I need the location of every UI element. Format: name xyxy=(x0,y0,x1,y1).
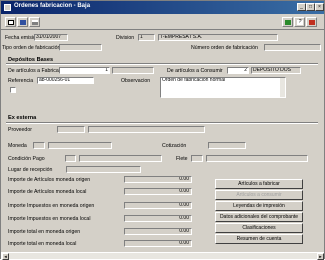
condicion-pago-code-field[interactable] xyxy=(65,155,76,162)
observacion-scrollbar[interactable] xyxy=(279,78,285,97)
toolbar: ? xyxy=(1,15,324,30)
exit-icon[interactable] xyxy=(306,17,317,27)
depositos-divider xyxy=(6,63,318,65)
importe-label: Importe de Artículos moneda local xyxy=(8,189,87,195)
horizontal-scrollbar[interactable]: ◄ ► xyxy=(1,252,324,260)
importe-value: 0.00 xyxy=(124,215,192,222)
flete-label: Flete xyxy=(176,156,188,162)
resumen-button[interactable]: Resumen de cuenta xyxy=(215,234,303,244)
articulos-consumir-field[interactable]: 2 xyxy=(227,67,249,74)
print-icon[interactable] xyxy=(29,17,40,27)
help-icon[interactable]: ? xyxy=(294,17,305,27)
refresh-icon[interactable] xyxy=(282,17,293,27)
leyendas-button[interactable]: Leyendas de impresión xyxy=(215,201,303,211)
articulos-fabricar-button[interactable]: Artículos a fabricar xyxy=(215,179,303,189)
proveedor-label: Proveedor xyxy=(8,127,32,133)
articulos-consumir-label: De artículos a Consumir xyxy=(167,68,223,74)
tipo-orden-label: Tipo orden de fabricación xyxy=(2,45,61,51)
new-icon[interactable] xyxy=(5,17,16,27)
cotizacion-label: Cotización xyxy=(162,143,187,149)
articulos-fabricar-name xyxy=(112,67,154,74)
moneda-name-field xyxy=(48,142,112,149)
condicion-pago-name-field xyxy=(79,155,162,162)
division-code-field[interactable]: 1 xyxy=(138,34,155,41)
moneda-label: Moneda xyxy=(8,143,27,149)
proveedor-code-field[interactable] xyxy=(57,126,85,133)
condicion-pago-label: Condición Pago xyxy=(8,156,45,162)
title-bar[interactable]: Ordenes fabricacion - Baja _ □ × xyxy=(1,1,324,14)
referencia-label: Referencia xyxy=(8,78,34,84)
checkbox-label xyxy=(18,87,86,94)
observacion-textarea[interactable]: Orden de fabricacion normal xyxy=(160,77,286,98)
flete-name-field xyxy=(206,155,308,162)
window-title: Ordenes fabricacion - Baja xyxy=(14,3,91,9)
referencia-field[interactable]: ab-000256-01 xyxy=(37,77,94,84)
externa-title: Ex esterna xyxy=(8,115,37,121)
tipo-orden-field[interactable] xyxy=(59,44,102,51)
importe-value: 0.00 xyxy=(124,202,192,209)
flete-code-field[interactable] xyxy=(191,155,203,162)
lugar-recepcion-label: Lugar de recepción xyxy=(8,167,53,173)
datos-adicionales-button[interactable]: Datos adicionales del comprobante xyxy=(215,212,303,222)
articulos-consumir-name: DEPOSITO DOS xyxy=(251,67,301,74)
importe-value: 0.00 xyxy=(124,228,192,235)
articulos-fabricar-field[interactable]: 1 xyxy=(59,67,110,74)
proveedor-name-field xyxy=(88,126,205,133)
articulos-consumir-button[interactable]: Artículos a consumir xyxy=(215,190,303,200)
moneda-code-field[interactable] xyxy=(33,142,45,149)
clasificaciones-button[interactable]: Clasificaciones xyxy=(215,223,303,233)
importe-value: 0.00 xyxy=(124,240,192,247)
articulos-fabricar-label: De artículos a Fabricar xyxy=(8,68,61,74)
numero-orden-field[interactable] xyxy=(264,44,321,51)
importe-label: Importe total en moneda local xyxy=(8,241,77,247)
importe-label: Importe Impuestos en moneda local xyxy=(8,216,91,222)
importe-label: Importe total en moneda origen xyxy=(8,229,81,235)
importe-value: 0.00 xyxy=(124,188,192,195)
observacion-label: Observacion xyxy=(121,78,151,84)
maximize-button[interactable]: □ xyxy=(306,3,315,11)
fecha-emision-field[interactable]: 31/01/2007 xyxy=(34,34,68,41)
importe-label: Importe Impuestos en moneda origen xyxy=(8,203,95,209)
cotizacion-field[interactable] xyxy=(208,142,246,149)
division-label: Division xyxy=(116,35,135,41)
save-icon[interactable] xyxy=(17,17,28,27)
option-checkbox[interactable] xyxy=(10,87,16,93)
externa-divider xyxy=(6,122,318,124)
numero-orden-label: Número orden de fabricación xyxy=(191,45,258,51)
division-name-field[interactable]: T-EMPRESA I S.A. xyxy=(158,34,278,41)
app-icon xyxy=(4,4,11,11)
importe-label: Importe de Artículos moneda origen xyxy=(8,177,91,183)
close-button[interactable]: × xyxy=(315,3,324,11)
order-window: Ordenes fabricacion - Baja _ □ × ? Fecha… xyxy=(0,0,325,260)
lugar-recepcion-field[interactable] xyxy=(66,166,141,173)
importe-value: 0.00 xyxy=(124,176,192,183)
minimize-button[interactable]: _ xyxy=(297,3,306,11)
